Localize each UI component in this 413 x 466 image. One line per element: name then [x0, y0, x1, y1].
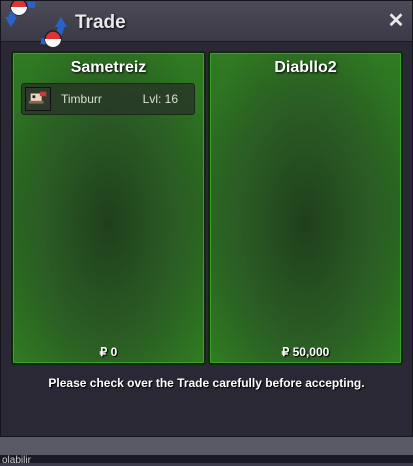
trade-item-row[interactable]: Timburr Lvl: 16: [21, 83, 195, 115]
trade-instruction-text: Please check over the Trade carefully be…: [48, 376, 365, 390]
background-label: olabilir: [2, 455, 31, 466]
pokemon-level: Lvl: 16: [142, 92, 178, 106]
player-name-left: Sametreiz: [70, 59, 147, 76]
trade-panel-left: Sametreiz Timburr Lvl: 16 ₽ 0: [11, 51, 206, 365]
title-bar[interactable]: Trade ✕: [1, 1, 412, 47]
background-dark-band: [0, 455, 413, 463]
player-name-right: Diabllo2: [274, 59, 337, 76]
trade-panel-right: Diabllo2 ₽ 50,000: [208, 51, 403, 365]
close-icon[interactable]: ✕: [386, 11, 406, 31]
background-bar: olabilir: [0, 437, 413, 466]
trade-window: Trade ✕ Sametreiz Timburr Lvl: 16 ₽ 0 Di…: [0, 0, 413, 437]
trade-arrows-icon: [5, 1, 67, 47]
money-offer-right: ₽ 50,000: [281, 345, 330, 359]
pokemon-name: Timburr: [61, 92, 102, 106]
money-offer-left: ₽ 0: [99, 345, 118, 359]
window-title: Trade: [75, 12, 126, 33]
pokemon-sprite-icon: [25, 87, 51, 111]
